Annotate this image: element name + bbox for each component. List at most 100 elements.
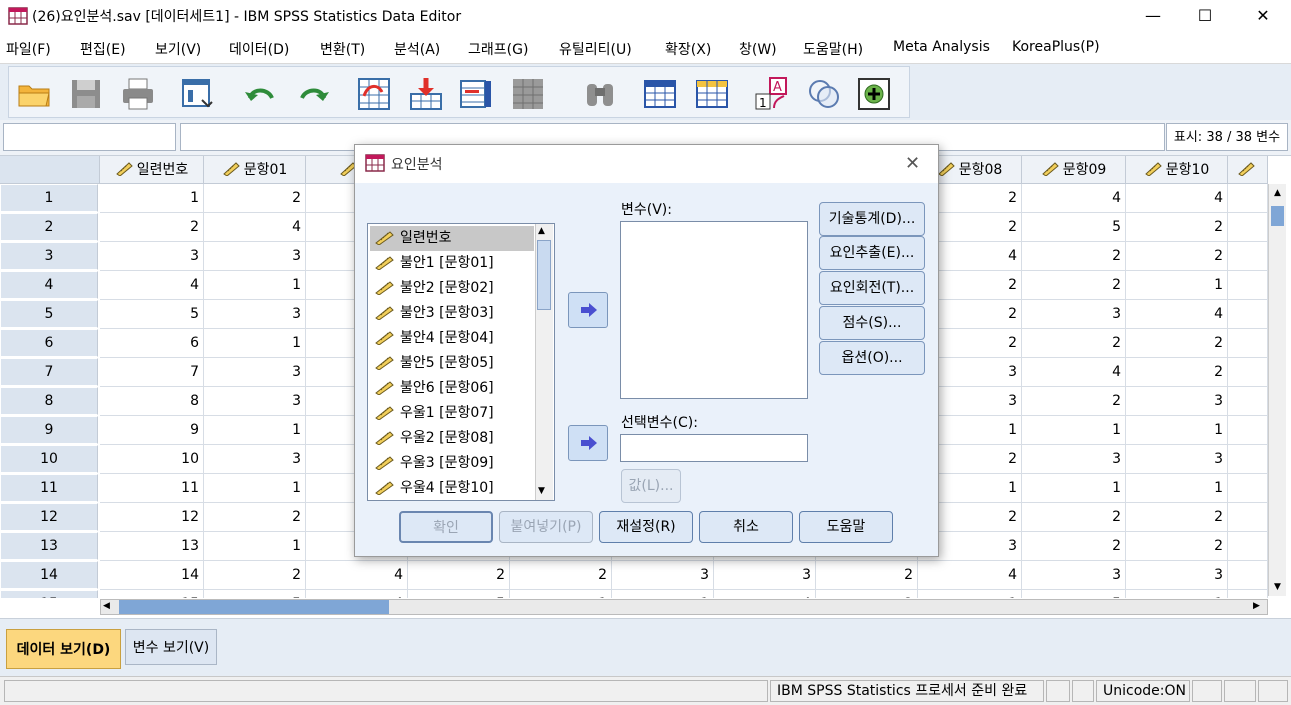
data-cell[interactable]: 2 xyxy=(1126,213,1228,242)
move-to-selection-button[interactable] xyxy=(568,425,608,461)
row-header[interactable]: 6 xyxy=(0,329,98,357)
data-cell[interactable]: 15 xyxy=(100,590,204,598)
row-header[interactable]: 7 xyxy=(0,358,98,386)
scroll-down-icon[interactable]: ▼ xyxy=(1271,580,1284,594)
row-header[interactable]: 14 xyxy=(0,561,98,589)
data-cell[interactable]: 1 xyxy=(612,590,714,598)
source-variable-item[interactable]: 일련번호 xyxy=(370,226,534,251)
menu-analyze[interactable]: 분석(A) xyxy=(394,39,440,59)
row-header[interactable]: 12 xyxy=(0,503,98,531)
data-cell[interactable]: 11 xyxy=(100,474,204,503)
data-cell[interactable]: 2 xyxy=(1022,329,1126,358)
data-cell[interactable]: 2 xyxy=(204,503,306,532)
column-header[interactable]: 문항10 xyxy=(1126,156,1228,184)
column-header[interactable] xyxy=(1228,156,1268,184)
options-button[interactable]: 옵션(O)... xyxy=(819,341,925,375)
data-cell[interactable]: 2 xyxy=(1022,532,1126,561)
menu-extensions[interactable]: 확장(X) xyxy=(665,39,711,59)
rotation-button[interactable]: 요인회전(T)... xyxy=(819,271,925,305)
menu-edit[interactable]: 편집(E) xyxy=(80,39,126,59)
data-cell[interactable]: 3 xyxy=(204,387,306,416)
redo-icon[interactable] xyxy=(296,76,332,112)
data-cell[interactable]: 4 xyxy=(306,561,408,590)
maximize-button[interactable]: ☐ xyxy=(1182,0,1228,32)
scroll-right-icon[interactable]: ▶ xyxy=(1253,601,1260,611)
data-cell[interactable] xyxy=(1228,503,1268,532)
scroll-up-icon[interactable]: ▲ xyxy=(538,226,545,236)
menu-data[interactable]: 데이터(D) xyxy=(229,39,289,59)
data-cell[interactable] xyxy=(1228,271,1268,300)
data-cell[interactable]: 3 xyxy=(1126,387,1228,416)
scroll-up-icon[interactable]: ▲ xyxy=(1271,186,1284,200)
data-cell[interactable]: 2 xyxy=(1126,358,1228,387)
reset-button[interactable]: 재설정(R) xyxy=(599,511,693,543)
data-cell[interactable]: 4 xyxy=(714,590,816,598)
data-cell[interactable]: 3 xyxy=(714,561,816,590)
data-cell[interactable]: 1 xyxy=(510,590,612,598)
data-cell[interactable]: 3 xyxy=(1126,561,1228,590)
data-cell[interactable]: 4 xyxy=(918,561,1022,590)
ok-button[interactable]: 확인 xyxy=(399,511,493,543)
source-variable-item[interactable]: 불안5 [문항05] xyxy=(370,351,534,376)
data-cell[interactable]: 1 xyxy=(204,329,306,358)
goto-case-icon[interactable] xyxy=(356,76,392,112)
source-variable-list[interactable]: 일련번호 불안1 [문항01] 불안2 [문항02] 불안3 [문항03] 불안4 [문… xyxy=(367,223,555,501)
vertical-scrollbar[interactable]: ▲ ▼ xyxy=(1268,184,1286,596)
row-header[interactable]: 9 xyxy=(0,416,98,444)
data-cell[interactable]: 5 xyxy=(1022,213,1126,242)
row-header[interactable]: 13 xyxy=(0,532,98,560)
insert-cases-icon[interactable] xyxy=(642,76,678,112)
menu-file[interactable]: 파일(F) xyxy=(6,39,51,59)
data-cell[interactable]: 2 xyxy=(1022,242,1126,271)
scores-button[interactable]: 점수(S)... xyxy=(819,306,925,340)
column-header[interactable]: 문항01 xyxy=(204,156,306,184)
source-variable-item[interactable]: 우울2 [문항08] xyxy=(370,426,534,451)
move-to-variables-button[interactable] xyxy=(568,292,608,328)
data-cell[interactable]: 2 xyxy=(204,184,306,213)
data-cell[interactable] xyxy=(1228,445,1268,474)
horizontal-scrollbar[interactable]: ◀ ▶ xyxy=(100,599,1268,615)
menu-view[interactable]: 보기(V) xyxy=(155,39,201,59)
source-list-scroll-thumb[interactable] xyxy=(537,240,551,310)
data-cell[interactable]: 2 xyxy=(100,213,204,242)
data-cell[interactable]: 7 xyxy=(100,358,204,387)
data-cell[interactable]: 4 xyxy=(1022,358,1126,387)
data-cell[interactable]: 1 xyxy=(1022,416,1126,445)
data-cell[interactable] xyxy=(1228,590,1268,598)
data-cell[interactable] xyxy=(1228,387,1268,416)
data-cell[interactable] xyxy=(1228,474,1268,503)
data-cell[interactable]: 1 xyxy=(1126,416,1228,445)
source-variable-item[interactable]: 불안6 [문항06] xyxy=(370,376,534,401)
data-cell[interactable]: 1 xyxy=(1126,474,1228,503)
print-icon[interactable] xyxy=(120,76,156,112)
row-header[interactable]: 8 xyxy=(0,387,98,415)
source-variable-item[interactable]: 불안3 [문항03] xyxy=(370,301,534,326)
tab-data-view[interactable]: 데이터 보기(D) xyxy=(6,629,121,669)
undo-icon[interactable] xyxy=(242,76,278,112)
source-variable-item[interactable]: 불안1 [문항01] xyxy=(370,251,534,276)
data-cell[interactable]: 1 xyxy=(204,271,306,300)
data-cell[interactable]: 4 xyxy=(100,271,204,300)
row-header[interactable]: 5 xyxy=(0,300,98,328)
row-header[interactable]: 1 xyxy=(0,184,98,212)
data-cell[interactable]: 3 xyxy=(204,242,306,271)
source-variable-item[interactable]: 우울3 [문항09] xyxy=(370,451,534,476)
data-cell[interactable]: 2 xyxy=(1126,532,1228,561)
value-button[interactable]: 값(L)... xyxy=(621,469,681,503)
row-header[interactable]: 10 xyxy=(0,445,98,473)
data-cell[interactable]: 14 xyxy=(100,561,204,590)
find-icon[interactable] xyxy=(582,76,618,112)
data-cell[interactable]: 1 xyxy=(204,532,306,561)
source-variable-item[interactable]: 불안4 [문항04] xyxy=(370,326,534,351)
goto-variable-icon[interactable] xyxy=(408,76,444,112)
data-cell[interactable]: 3 xyxy=(204,358,306,387)
data-cell[interactable] xyxy=(1228,213,1268,242)
dialog-close-icon[interactable]: ✕ xyxy=(905,153,920,174)
help-button[interactable]: 도움말 xyxy=(799,511,893,543)
data-cell[interactable]: 3 xyxy=(1022,300,1126,329)
row-header[interactable]: 4 xyxy=(0,271,98,299)
save-icon[interactable] xyxy=(68,76,104,112)
data-cell[interactable]: 13 xyxy=(100,532,204,561)
data-cell[interactable]: 12 xyxy=(100,503,204,532)
data-cell[interactable]: 5 xyxy=(408,590,510,598)
